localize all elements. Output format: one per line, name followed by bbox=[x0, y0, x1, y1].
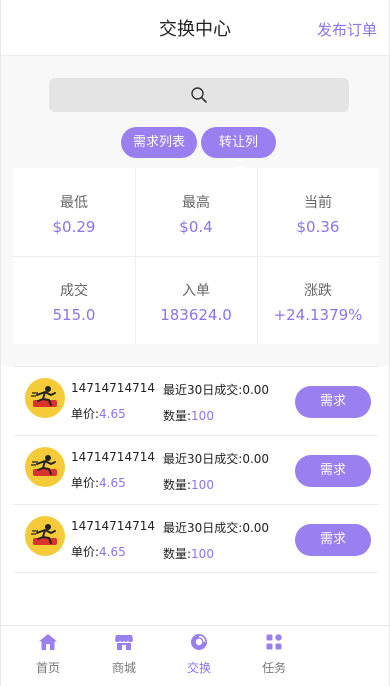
top-bar: 交换中心 发布订单 bbox=[1, 0, 389, 56]
stat-label: 最低 bbox=[60, 195, 88, 211]
stat-value: +24.1379% bbox=[273, 306, 363, 324]
user-id: 14714714714 bbox=[71, 519, 155, 533]
tab-label: 交换 bbox=[186, 661, 211, 675]
tab-tasks[interactable]: 任务 bbox=[236, 626, 312, 686]
demand-list-button[interactable]: 需求列表 bbox=[121, 127, 197, 158]
tab-label: 商城 bbox=[111, 661, 136, 675]
exchange-page: 交换中心 发布订单 需求列表 转让列表 最低 $0.29 最高 $0.4 当前 … bbox=[0, 0, 390, 686]
price-value: 4.65 bbox=[99, 476, 126, 490]
stat-value: $0.36 bbox=[296, 218, 340, 236]
recent-deals: 最近30日成交:0.00 bbox=[163, 383, 270, 397]
stat-current: 当前 $0.36 bbox=[257, 168, 379, 256]
qty-label: 数量: bbox=[163, 409, 192, 423]
price-value: 4.65 bbox=[99, 407, 126, 421]
price-label: 单价: bbox=[71, 545, 100, 559]
divider bbox=[13, 256, 379, 257]
stat-label: 涨跌 bbox=[304, 283, 332, 299]
order-row: 14714714714 单价:4.65 最近30日成交:0.00 数量:100 … bbox=[13, 366, 379, 435]
transfer-list-button[interactable]: 转让列表 bbox=[201, 127, 276, 181]
stat-orders-in: 入单 183624.0 bbox=[135, 256, 257, 344]
quantity: 数量:100 bbox=[163, 476, 214, 493]
exchange-icon bbox=[191, 634, 207, 650]
qty-label: 数量: bbox=[163, 547, 192, 561]
stat-change: 涨跌 +24.1379% bbox=[257, 256, 379, 344]
search-icon bbox=[191, 87, 207, 103]
store-icon bbox=[115, 635, 133, 650]
runner-icon bbox=[31, 455, 57, 476]
tab-label: 任务 bbox=[261, 661, 286, 675]
tab-exchange[interactable]: 交换 bbox=[161, 626, 237, 686]
price-label: 单价: bbox=[71, 476, 100, 490]
home-icon bbox=[39, 634, 57, 650]
stat-lowest: 最低 $0.29 bbox=[13, 168, 135, 256]
runner-icon bbox=[31, 524, 57, 545]
price-label: 单价: bbox=[71, 407, 100, 421]
stat-label: 入单 bbox=[182, 283, 210, 299]
tab-store[interactable]: 商城 bbox=[86, 626, 162, 686]
stat-value: 183624.0 bbox=[160, 306, 232, 324]
unit-price: 单价:4.65 bbox=[71, 474, 126, 491]
publish-order-button[interactable]: 发布订单 bbox=[317, 0, 377, 56]
order-row: 14714714714 单价:4.65 最近30日成交:0.00 数量:100 … bbox=[13, 435, 379, 504]
avatar bbox=[25, 378, 65, 418]
qty-value: 100 bbox=[191, 547, 214, 561]
search-bar[interactable] bbox=[49, 78, 349, 112]
qty-label: 数量: bbox=[163, 478, 192, 492]
tab-label: 首页 bbox=[35, 661, 60, 675]
stat-label: 当前 bbox=[304, 195, 332, 211]
stat-label: 最高 bbox=[182, 195, 210, 211]
stat-highest: 最高 $0.4 bbox=[135, 168, 257, 256]
qty-value: 100 bbox=[191, 409, 214, 423]
user-id: 14714714714 bbox=[71, 381, 155, 395]
stat-label: 成交 bbox=[60, 283, 88, 299]
tab-home[interactable]: 首页 bbox=[10, 626, 86, 686]
quantity: 数量:100 bbox=[163, 407, 214, 424]
demand-button[interactable]: 需求 bbox=[295, 455, 371, 487]
demand-button[interactable]: 需求 bbox=[295, 386, 371, 418]
demand-button[interactable]: 需求 bbox=[295, 524, 371, 556]
quantity: 数量:100 bbox=[163, 545, 214, 562]
stat-value: $0.4 bbox=[179, 218, 213, 236]
stat-value: 515.0 bbox=[52, 306, 96, 324]
market-stats: 最低 $0.29 最高 $0.4 当前 $0.36 成交 515.0 入单 18… bbox=[13, 168, 379, 344]
price-value: 4.65 bbox=[99, 545, 126, 559]
qty-value: 100 bbox=[191, 478, 214, 492]
grid-icon bbox=[266, 634, 282, 650]
unit-price: 单价:4.65 bbox=[71, 543, 126, 560]
order-row: 14714714714 单价:4.65 最近30日成交:0.00 数量:100 … bbox=[13, 504, 379, 573]
unit-price: 单价:4.65 bbox=[71, 405, 126, 422]
stat-value: $0.29 bbox=[52, 218, 96, 236]
recent-deals: 最近30日成交:0.00 bbox=[163, 521, 270, 535]
user-id: 14714714714 bbox=[71, 450, 155, 464]
avatar bbox=[25, 447, 65, 487]
stat-deals: 成交 515.0 bbox=[13, 256, 135, 344]
bottom-tab-bar: 首页 商城 交换 任务 bbox=[1, 625, 389, 686]
recent-deals: 最近30日成交:0.00 bbox=[163, 452, 270, 466]
runner-icon bbox=[31, 386, 57, 407]
avatar bbox=[25, 516, 65, 556]
